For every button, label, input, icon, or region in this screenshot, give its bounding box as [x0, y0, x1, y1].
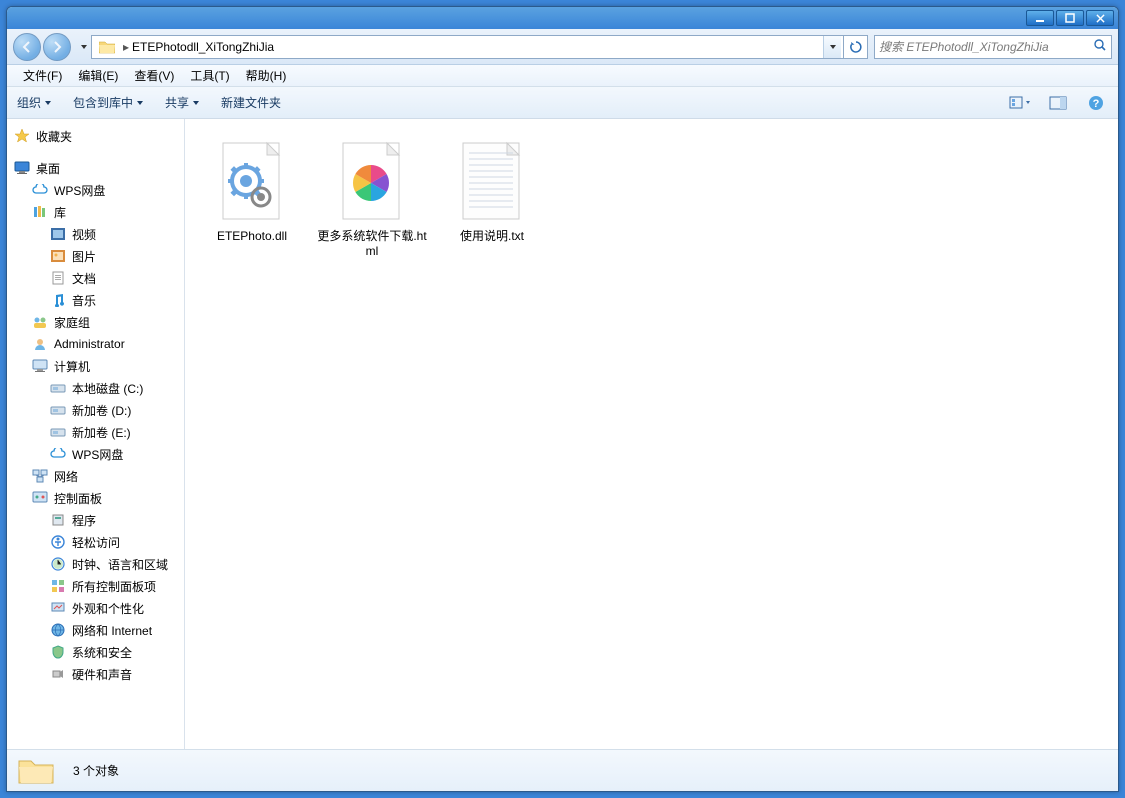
- hardware-icon: [49, 665, 67, 683]
- close-button[interactable]: [1086, 10, 1114, 26]
- statusbar: 3 个对象: [7, 749, 1118, 791]
- address-dropdown-button[interactable]: [823, 36, 841, 58]
- library-icon: [31, 203, 49, 221]
- tree-desktop[interactable]: 桌面: [7, 157, 184, 179]
- drive-icon: [49, 423, 67, 441]
- file-item-dll[interactable]: ETEPhoto.dll: [193, 133, 311, 265]
- folder-icon: [17, 755, 55, 787]
- toolbar-share[interactable]: 共享: [165, 94, 199, 111]
- menu-file[interactable]: 文件(F): [15, 65, 70, 86]
- tree-appearance-personalization[interactable]: 外观和个性化: [7, 597, 184, 619]
- search-icon: [1093, 38, 1107, 55]
- tree-disk-e[interactable]: 新加卷 (E:): [7, 421, 184, 443]
- folder-icon: [98, 38, 116, 56]
- tree-video[interactable]: 视频: [7, 223, 184, 245]
- toolbar-include-library[interactable]: 包含到库中: [73, 94, 143, 111]
- tree-programs[interactable]: 程序: [7, 509, 184, 531]
- maximize-button[interactable]: [1056, 10, 1084, 26]
- html-file-icon: [336, 139, 408, 225]
- toolbar-organize[interactable]: 组织: [17, 94, 51, 111]
- file-item-html[interactable]: 更多系统软件下载.html: [313, 133, 431, 265]
- tree-music[interactable]: 音乐: [7, 289, 184, 311]
- menu-edit[interactable]: 编辑(E): [70, 65, 126, 86]
- menubar: 文件(F) 编辑(E) 查看(V) 工具(T) 帮助(H): [7, 65, 1118, 87]
- tree-hardware-sound[interactable]: 硬件和声音: [7, 663, 184, 685]
- menu-tools[interactable]: 工具(T): [182, 65, 237, 86]
- tree-disk-c[interactable]: 本地磁盘 (C:): [7, 377, 184, 399]
- address-bar-row: ▸ ETEPhotodll_XiTongZhiJia 搜索 ETEPhotodl…: [7, 29, 1118, 65]
- file-name-label: ETEPhoto.dll: [217, 229, 287, 244]
- navigation-pane[interactable]: 收藏夹 桌面 WPS网盘 库 视频 图片 文档 音乐 家庭组 Administr…: [7, 119, 185, 749]
- search-placeholder: 搜索 ETEPhotodll_XiTongZhiJia: [879, 38, 1049, 55]
- address-field[interactable]: ▸ ETEPhotodll_XiTongZhiJia: [91, 35, 844, 59]
- tree-computer[interactable]: 计算机: [7, 355, 184, 377]
- globe-icon: [49, 621, 67, 639]
- control-panel-icon: [31, 489, 49, 507]
- security-icon: [49, 643, 67, 661]
- tree-clock-language-region[interactable]: 时钟、语言和区域: [7, 553, 184, 575]
- cloud-icon: [31, 181, 49, 199]
- pictures-icon: [49, 247, 67, 265]
- tree-wps-cloud-2[interactable]: WPS网盘: [7, 443, 184, 465]
- refresh-button[interactable]: [844, 35, 868, 59]
- nav-history-dropdown[interactable]: [77, 36, 91, 58]
- clock-icon: [49, 555, 67, 573]
- all-items-icon: [49, 577, 67, 595]
- tree-favorites[interactable]: 收藏夹: [7, 125, 184, 147]
- breadcrumb-separator: ▸: [123, 40, 129, 54]
- toolbar-new-folder[interactable]: 新建文件夹: [221, 94, 281, 111]
- ease-icon: [49, 533, 67, 551]
- tree-ease-of-access[interactable]: 轻松访问: [7, 531, 184, 553]
- file-list-area[interactable]: ETEPhoto.dll 更多系统软件下载.html 使用说明.txt: [185, 119, 1118, 749]
- preview-pane-button[interactable]: [1046, 93, 1070, 113]
- tree-pictures[interactable]: 图片: [7, 245, 184, 267]
- tree-network[interactable]: 网络: [7, 465, 184, 487]
- titlebar: [7, 7, 1118, 29]
- tree-control-panel[interactable]: 控制面板: [7, 487, 184, 509]
- minimize-button[interactable]: [1026, 10, 1054, 26]
- status-text: 3 个对象: [73, 762, 119, 779]
- explorer-window: ▸ ETEPhotodll_XiTongZhiJia 搜索 ETEPhotodl…: [6, 6, 1119, 792]
- programs-icon: [49, 511, 67, 529]
- view-options-button[interactable]: [1008, 93, 1032, 113]
- dll-file-icon: [216, 139, 288, 225]
- tree-library[interactable]: 库: [7, 201, 184, 223]
- documents-icon: [49, 269, 67, 287]
- video-icon: [49, 225, 67, 243]
- file-item-txt[interactable]: 使用说明.txt: [433, 133, 551, 265]
- tree-system-security[interactable]: 系统和安全: [7, 641, 184, 663]
- nav-forward-button[interactable]: [43, 33, 71, 61]
- breadcrumb-folder[interactable]: ETEPhotodll_XiTongZhiJia: [132, 40, 274, 54]
- toolbar: 组织 包含到库中 共享 新建文件夹 ?: [7, 87, 1118, 119]
- computer-icon: [31, 357, 49, 375]
- drive-icon: [49, 379, 67, 397]
- menu-help[interactable]: 帮助(H): [238, 65, 295, 86]
- nav-back-button[interactable]: [13, 33, 41, 61]
- network-icon: [31, 467, 49, 485]
- tree-homegroup[interactable]: 家庭组: [7, 311, 184, 333]
- cloud-icon: [49, 445, 67, 463]
- file-name-label: 使用说明.txt: [460, 229, 524, 244]
- tree-network-internet[interactable]: 网络和 Internet: [7, 619, 184, 641]
- tree-administrator[interactable]: Administrator: [7, 333, 184, 355]
- desktop-icon: [13, 159, 31, 177]
- menu-view[interactable]: 查看(V): [126, 65, 182, 86]
- search-field[interactable]: 搜索 ETEPhotodll_XiTongZhiJia: [874, 35, 1112, 59]
- music-icon: [49, 291, 67, 309]
- tree-documents[interactable]: 文档: [7, 267, 184, 289]
- file-name-label: 更多系统软件下载.html: [315, 229, 429, 259]
- tree-all-control-panel-items[interactable]: 所有控制面板项: [7, 575, 184, 597]
- star-icon: [13, 127, 31, 145]
- tree-wps-cloud[interactable]: WPS网盘: [7, 179, 184, 201]
- help-button[interactable]: ?: [1084, 93, 1108, 113]
- drive-icon: [49, 401, 67, 419]
- svg-text:?: ?: [1093, 98, 1100, 110]
- user-icon: [31, 335, 49, 353]
- txt-file-icon: [456, 139, 528, 225]
- tree-disk-d[interactable]: 新加卷 (D:): [7, 399, 184, 421]
- appearance-icon: [49, 599, 67, 617]
- homegroup-icon: [31, 313, 49, 331]
